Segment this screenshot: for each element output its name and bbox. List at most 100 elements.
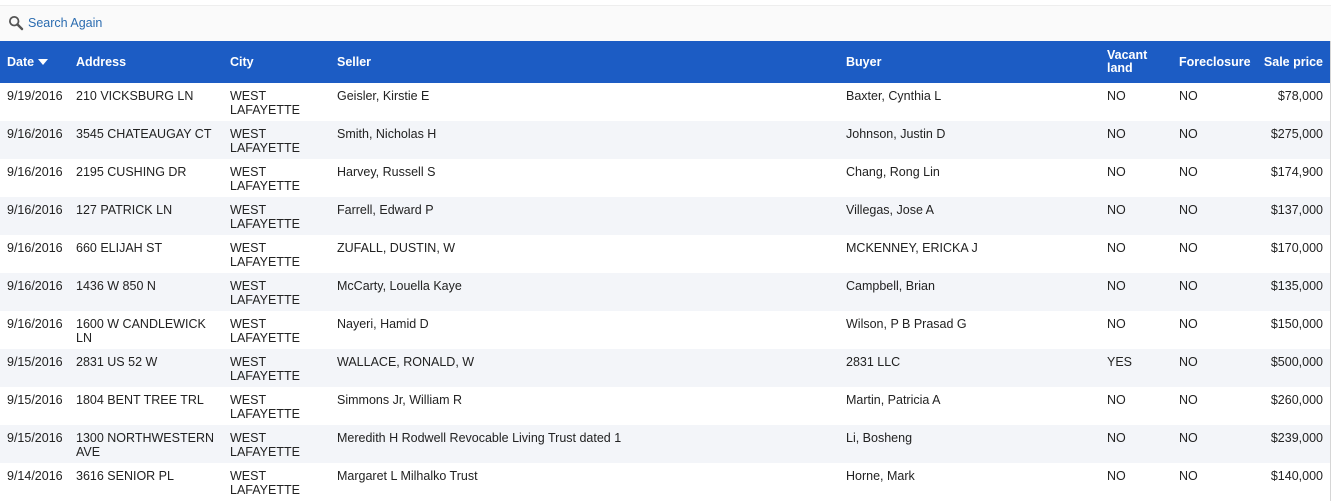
- cell-city-line2: LAFAYETTE: [230, 179, 300, 193]
- cell-foreclosure: NO: [1179, 203, 1198, 217]
- cell-city: WEST LAFAYETTE: [223, 349, 330, 387]
- cell-foreclosure: NO: [1179, 89, 1198, 103]
- cell-city-line2: LAFAYETTE: [230, 331, 300, 345]
- cell-vacant-land: NO: [1107, 203, 1126, 217]
- cell-buyer: Chang, Rong Lin: [846, 165, 940, 179]
- column-header-buyer[interactable]: Buyer: [839, 41, 1100, 83]
- cell-city: WEST LAFAYETTE: [223, 311, 330, 349]
- table-row[interactable]: 9/16/2016 2195 CUSHING DR WEST LAFAYETTE Har…: [0, 159, 1330, 197]
- cell-address: 3616 SENIOR PL: [76, 469, 174, 483]
- column-header-vacant-land[interactable]: Vacant land: [1100, 41, 1172, 83]
- cell-vacant-land: NO: [1107, 241, 1126, 255]
- cell-date: 9/15/2016: [7, 393, 63, 407]
- cell-buyer: Li, Bosheng: [846, 431, 913, 445]
- table-row[interactable]: 9/15/2016 1804 BENT TREE TRL WEST LAFAYETTE…: [0, 387, 1330, 425]
- cell-date: 9/16/2016: [7, 317, 63, 331]
- cell-city: WEST LAFAYETTE: [223, 159, 330, 197]
- cell-date: 9/16/2016: [7, 241, 63, 255]
- cell-vacant-land: NO: [1107, 317, 1126, 331]
- cell-foreclosure: NO: [1179, 165, 1198, 179]
- cell-buyer: Martin, Patricia A: [846, 393, 941, 407]
- cell-vacant-land: NO: [1107, 89, 1126, 103]
- cell-city-line1: WEST: [230, 279, 267, 293]
- column-header-seller[interactable]: Seller: [330, 41, 839, 83]
- cell-city-line2: LAFAYETTE: [230, 293, 300, 307]
- cell-city-line2: LAFAYETTE: [230, 255, 300, 269]
- cell-sale-price: $275,000: [1270, 127, 1323, 141]
- column-header-city[interactable]: City: [223, 41, 330, 83]
- table-row[interactable]: 9/16/2016 660 ELIJAH ST WEST LAFAYETTE ZUFAL…: [0, 235, 1330, 273]
- cell-date: 9/16/2016: [7, 203, 63, 217]
- cell-seller: Meredith H Rodwell Revocable Living Trus…: [337, 431, 622, 445]
- sort-descending-icon: [38, 59, 49, 66]
- cell-buyer: Johnson, Justin D: [846, 127, 946, 141]
- cell-city: WEST LAFAYETTE: [223, 197, 330, 235]
- cell-city-line2: LAFAYETTE: [230, 141, 300, 155]
- cell-city-line1: WEST: [230, 393, 267, 407]
- cell-date: 9/16/2016: [7, 279, 63, 293]
- table-row[interactable]: 9/16/2016 1436 W 850 N WEST LAFAYETTE McCart…: [0, 273, 1330, 311]
- cell-city: WEST LAFAYETTE: [223, 273, 330, 311]
- table-row[interactable]: 9/16/2016 1600 W CANDLEWICK LN WEST LAFAYET…: [0, 311, 1330, 349]
- table-row[interactable]: 9/16/2016 3545 CHATEAUGAY CT WEST LAFAYETTE…: [0, 121, 1330, 159]
- column-header-date[interactable]: Date: [0, 41, 69, 83]
- sales-results-page: Search Again Date Address City Seller Bu…: [0, 0, 1337, 503]
- cell-foreclosure: NO: [1179, 127, 1198, 141]
- cell-address: 3545 CHATEAUGAY CT: [76, 127, 212, 141]
- sales-table: Date Address City Seller Buyer Vacant lan…: [0, 41, 1330, 501]
- cell-city-line2: LAFAYETTE: [230, 217, 300, 231]
- column-header-sale-price-label: Sale price: [1263, 54, 1323, 69]
- table-header-row: Date Address City Seller Buyer Vacant lan…: [0, 41, 1330, 83]
- table-row[interactable]: 9/15/2016 1300 NORTHWESTERN AVE WEST LAFAYE…: [0, 425, 1330, 463]
- cell-seller: ZUFALL, DUSTIN, W: [337, 241, 456, 255]
- table-row[interactable]: 9/19/2016 210 VICKSBURG LN WEST LAFAYETTE Ge…: [0, 83, 1330, 121]
- table-row[interactable]: 9/16/2016 127 PATRICK LN WEST LAFAYETTE Farr…: [0, 197, 1330, 235]
- column-header-buyer-label: Buyer: [846, 54, 882, 69]
- column-header-foreclosure[interactable]: Foreclosure: [1172, 41, 1256, 83]
- cell-buyer: 2831 LLC: [846, 355, 901, 369]
- cell-sale-price: $135,000: [1270, 279, 1323, 293]
- cell-date: 9/15/2016: [7, 431, 63, 445]
- cell-sale-price: $174,900: [1270, 165, 1323, 179]
- cell-sale-price: $239,000: [1270, 431, 1323, 445]
- column-header-date-label: Date: [7, 54, 35, 69]
- cell-foreclosure: NO: [1179, 431, 1198, 445]
- cell-city-line2: LAFAYETTE: [230, 407, 300, 421]
- table-row[interactable]: 9/15/2016 2831 US 52 W WEST LAFAYETTE WALLAC…: [0, 349, 1330, 387]
- cell-city-line2: LAFAYETTE: [230, 369, 300, 383]
- cell-date: 9/16/2016: [7, 165, 63, 179]
- cell-vacant-land: YES: [1107, 355, 1133, 369]
- table-body: 9/19/2016 210 VICKSBURG LN WEST LAFAYETTE Ge…: [0, 83, 1330, 501]
- cell-seller: McCarty, Louella Kaye: [337, 279, 462, 293]
- cell-sale-price: $170,000: [1270, 241, 1323, 255]
- cell-foreclosure: NO: [1179, 317, 1198, 331]
- cell-address: 1804 BENT TREE TRL: [76, 393, 204, 407]
- cell-foreclosure: NO: [1179, 393, 1198, 407]
- cell-foreclosure: NO: [1179, 469, 1198, 483]
- cell-city-line1: WEST: [230, 431, 267, 445]
- cell-buyer: Horne, Mark: [846, 469, 915, 483]
- column-header-city-label: City: [230, 54, 254, 69]
- cell-address: 210 VICKSBURG LN: [76, 89, 194, 103]
- cell-sale-price: $137,000: [1270, 203, 1323, 217]
- cell-vacant-land: NO: [1107, 127, 1126, 141]
- column-header-sale-price[interactable]: Sale price: [1256, 41, 1330, 83]
- cell-seller: Farrell, Edward P: [337, 203, 434, 217]
- cell-address: 2195 CUSHING DR: [76, 165, 187, 179]
- cell-city-line1: WEST: [230, 469, 267, 483]
- search-again-link[interactable]: Search Again: [8, 15, 102, 31]
- cell-sale-price: $500,000: [1270, 355, 1323, 369]
- cell-city-line1: WEST: [230, 355, 267, 369]
- cell-address: 1600 W CANDLEWICK LN: [76, 317, 206, 345]
- column-header-address[interactable]: Address: [69, 41, 223, 83]
- cell-buyer: Baxter, Cynthia L: [846, 89, 942, 103]
- column-header-vacant-land-label-line2: land: [1107, 61, 1133, 75]
- cell-buyer: Villegas, Jose A: [846, 203, 935, 217]
- search-icon: [8, 15, 24, 31]
- cell-city-line1: WEST: [230, 317, 267, 331]
- cell-city-line1: WEST: [230, 241, 267, 255]
- table-row[interactable]: 9/14/2016 3616 SENIOR PL WEST LAFAYETTE Marg…: [0, 463, 1330, 501]
- cell-sale-price: $140,000: [1270, 469, 1323, 483]
- search-again-label[interactable]: Search Again: [28, 16, 102, 30]
- cell-date: 9/15/2016: [7, 355, 63, 369]
